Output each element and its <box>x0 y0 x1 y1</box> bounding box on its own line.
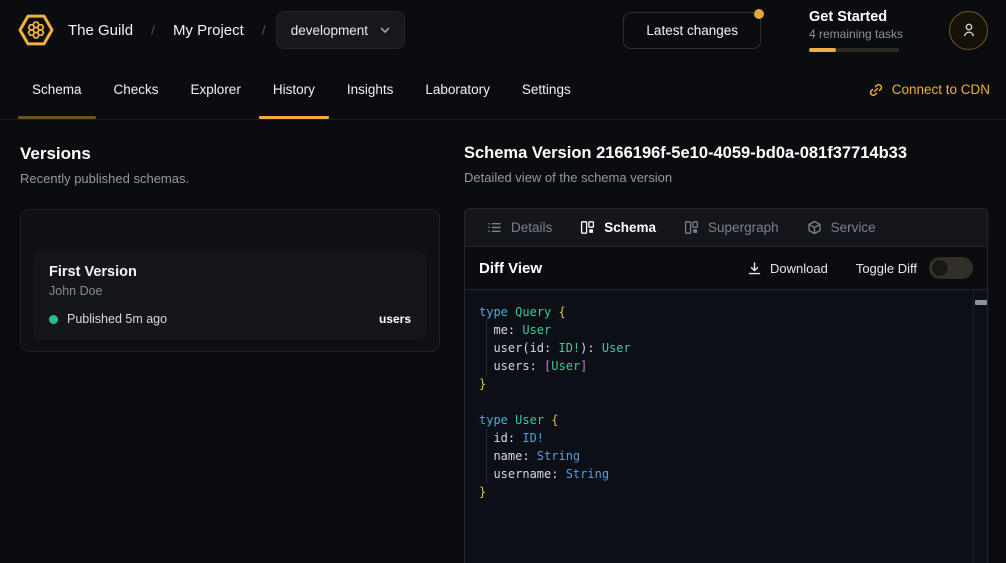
get-started-widget[interactable]: Get Started 4 remaining tasks <box>809 9 899 52</box>
versions-section: Versions Recently published schemas. Fir… <box>20 144 440 352</box>
breadcrumb-separator: / <box>262 22 266 38</box>
code-content: type Query { me: User user(id: ID!): Use… <box>479 303 973 501</box>
version-list-item[interactable]: First Version John Doe Published 5m ago … <box>33 251 427 340</box>
schema-version-title: Schema Version 2166196f-5e10-4059-bd0a-0… <box>464 144 988 163</box>
connect-to-cdn-link[interactable]: Connect to CDN <box>868 60 990 119</box>
toggle-diff-label: Toggle Diff <box>856 261 917 276</box>
version-name: First Version <box>49 264 411 280</box>
list-icon <box>487 220 502 235</box>
chevron-down-icon <box>378 23 392 37</box>
target-select-dropdown[interactable]: development <box>276 11 405 49</box>
breadcrumb-separator: / <box>151 22 155 38</box>
panel-tab-schema[interactable]: Schema <box>566 209 670 246</box>
breadcrumb: The Guild / My Project / <box>68 22 266 39</box>
published-status-dot <box>49 315 58 324</box>
diff-view-toolbar: Diff View Download Toggle Diff <box>465 247 987 289</box>
get-started-subtitle: 4 remaining tasks <box>809 27 899 41</box>
target-nav: Schema Checks Explorer History Insights … <box>0 60 1006 120</box>
versions-list-card: First Version John Doe Published 5m ago … <box>20 209 440 352</box>
user-icon <box>960 21 978 39</box>
download-button[interactable]: Download <box>747 261 828 276</box>
link-icon <box>868 82 884 98</box>
nav-tab-settings[interactable]: Settings <box>506 60 587 119</box>
columns-icon <box>580 220 595 235</box>
breadcrumb-project[interactable]: My Project <box>173 22 244 39</box>
user-avatar-button[interactable] <box>949 11 988 50</box>
panel-tab-list: Details Schema Supergr <box>465 209 987 247</box>
hive-logo-icon[interactable] <box>16 10 56 50</box>
version-author: John Doe <box>49 284 411 298</box>
panel-tab-service[interactable]: Service <box>793 209 890 246</box>
diff-view-title: Diff View <box>479 260 542 277</box>
schema-version-section: Schema Version 2166196f-5e10-4059-bd0a-0… <box>464 144 988 563</box>
top-header: The Guild / My Project / development Lat… <box>0 0 1006 60</box>
nav-tab-explorer[interactable]: Explorer <box>175 60 257 119</box>
schema-code-viewer[interactable]: type Query { me: User user(id: ID!): Use… <box>465 289 987 563</box>
schema-version-subtitle: Detailed view of the schema version <box>464 170 988 185</box>
nav-tab-checks[interactable]: Checks <box>98 60 175 119</box>
nav-tab-insights[interactable]: Insights <box>331 60 410 119</box>
nav-tab-laboratory[interactable]: Laboratory <box>409 60 506 119</box>
indent-guide <box>486 321 487 375</box>
switch-knob <box>931 259 949 277</box>
toggle-diff-switch[interactable] <box>929 257 973 279</box>
latest-changes-button[interactable]: Latest changes <box>623 12 761 49</box>
scrollbar-thumb[interactable] <box>975 300 987 305</box>
indent-guide <box>486 429 487 483</box>
columns-icon <box>684 220 699 235</box>
breadcrumb-org[interactable]: The Guild <box>68 22 133 39</box>
get-started-title: Get Started <box>809 9 899 25</box>
nav-tab-schema[interactable]: Schema <box>16 60 98 119</box>
main-content: Versions Recently published schemas. Fir… <box>0 120 1006 563</box>
target-select-value: development <box>291 23 368 38</box>
nav-tab-history[interactable]: History <box>257 60 331 119</box>
panel-tab-supergraph[interactable]: Supergraph <box>670 209 793 246</box>
version-status: Published 5m ago <box>67 312 167 326</box>
latest-changes-label: Latest changes <box>646 23 738 38</box>
cube-icon <box>807 220 822 235</box>
service-badge: users <box>379 312 411 326</box>
version-meta-row: Published 5m ago users <box>49 312 411 326</box>
versions-title: Versions <box>20 144 440 164</box>
download-icon <box>747 261 762 276</box>
versions-subtitle: Recently published schemas. <box>20 171 440 186</box>
notification-dot <box>754 9 764 19</box>
code-scrollbar[interactable] <box>973 290 987 563</box>
panel-tab-details[interactable]: Details <box>473 209 566 246</box>
progress-fill <box>809 48 836 52</box>
toggle-diff-control: Toggle Diff <box>856 257 973 279</box>
tab-underline <box>18 116 96 119</box>
active-tab-underline <box>259 116 329 119</box>
get-started-progressbar <box>809 48 899 52</box>
schema-version-panel: Details Schema Supergr <box>464 208 988 563</box>
